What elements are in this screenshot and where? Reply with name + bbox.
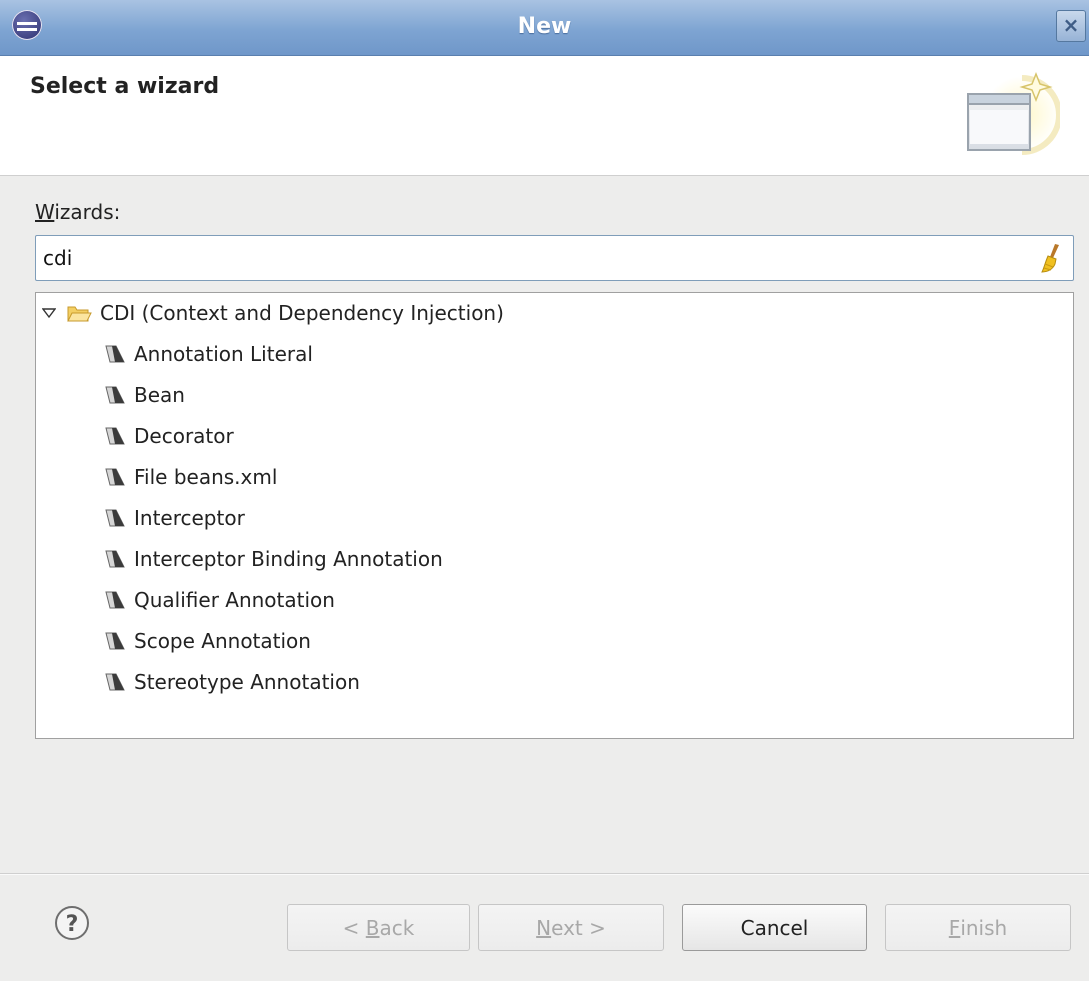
tree-category-cdi[interactable]: CDI (Context and Dependency Injection) <box>42 295 504 331</box>
tree-category-label: CDI (Context and Dependency Injection) <box>100 301 504 325</box>
wizard-filter-field[interactable] <box>35 235 1074 281</box>
tree-item-scope-annotation[interactable]: Scope Annotation <box>102 623 311 659</box>
tree-item-label: File beans.xml <box>134 465 278 489</box>
wizard-filter-input[interactable] <box>40 240 1036 276</box>
cdi-bean-icon <box>105 386 125 404</box>
wizards-label: Wizards: <box>35 200 120 224</box>
finish-button-mnemonic: F <box>948 915 961 940</box>
window-title: New <box>517 14 572 39</box>
new-wizard-banner-icon <box>967 71 1060 155</box>
cancel-button[interactable]: Cancel <box>682 904 867 951</box>
tree-item-decorator[interactable]: Decorator <box>102 418 234 454</box>
back-button-rest: ack <box>379 915 415 940</box>
next-button[interactable]: Next > <box>478 904 664 951</box>
cdi-bean-icon <box>105 509 125 527</box>
wizard-header: Select a wizard <box>0 56 1089 176</box>
title-bar[interactable]: New × <box>0 0 1089 56</box>
finish-button[interactable]: Finish <box>885 904 1071 951</box>
cdi-bean-icon <box>105 427 125 445</box>
tree-item-label: Decorator <box>134 424 234 448</box>
cdi-bean-icon <box>105 591 125 609</box>
tree-item-qualifier-annotation[interactable]: Qualifier Annotation <box>102 582 335 618</box>
cdi-bean-icon <box>105 673 125 691</box>
tree-item-stereotype-annotation[interactable]: Stereotype Annotation <box>102 664 360 700</box>
wizards-label-rest: izards: <box>54 200 121 224</box>
footer-separator-highlight <box>0 874 1089 875</box>
back-button-prefix: < <box>342 915 366 940</box>
tree-item-label: Scope Annotation <box>134 629 311 653</box>
open-folder-icon <box>67 306 92 322</box>
wizards-label-mnemonic: W <box>35 200 55 224</box>
tree-item-interceptor-binding-annotation[interactable]: Interceptor Binding Annotation <box>102 541 443 577</box>
tree-item-label: Annotation Literal <box>134 342 313 366</box>
tree-item-label: Bean <box>134 383 185 407</box>
cancel-button-label: Cancel <box>740 915 809 940</box>
close-button[interactable]: × <box>1056 10 1086 42</box>
next-button-rest: ext > <box>551 915 606 940</box>
help-icon[interactable]: ? <box>54 905 90 941</box>
clear-filter-icon[interactable] <box>1039 242 1065 274</box>
wizard-tree[interactable]: CDI (Context and Dependency Injection) A… <box>35 292 1074 739</box>
tree-item-interceptor[interactable]: Interceptor <box>102 500 245 536</box>
back-button-mnemonic: B <box>365 915 380 940</box>
tree-item-annotation-literal[interactable]: Annotation Literal <box>102 336 313 372</box>
back-button[interactable]: < Back <box>287 904 470 951</box>
finish-button-rest: inish <box>960 915 1008 940</box>
tree-item-label: Interceptor Binding Annotation <box>134 547 443 571</box>
page-title: Select a wizard <box>30 74 220 99</box>
svg-text:?: ? <box>66 912 79 937</box>
tree-item-label: Interceptor <box>134 506 245 530</box>
tree-item-label: Qualifier Annotation <box>134 588 335 612</box>
tree-item-file-beans-xml[interactable]: File beans.xml <box>102 459 277 495</box>
cdi-bean-icon <box>105 550 125 568</box>
tree-item-label: Stereotype Annotation <box>134 670 360 694</box>
cdi-bean-icon <box>105 468 125 486</box>
cdi-bean-icon <box>105 632 125 650</box>
expand-triangle-icon[interactable] <box>42 306 56 320</box>
next-button-mnemonic: N <box>536 915 552 940</box>
tree-item-bean[interactable]: Bean <box>102 377 185 413</box>
cdi-bean-icon <box>105 345 125 363</box>
